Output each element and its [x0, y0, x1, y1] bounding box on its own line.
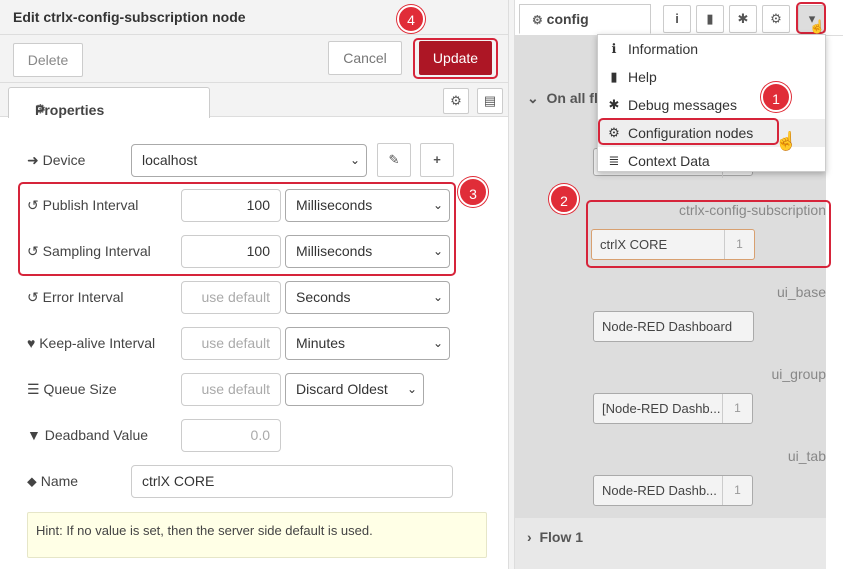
device-select-value: localhost [142, 152, 198, 168]
cancel-button[interactable]: Cancel [328, 41, 402, 75]
info-icon[interactable]: i [663, 5, 691, 33]
queue-size-input[interactable]: use default [181, 373, 281, 406]
chevron-down-icon: ⌄ [349, 153, 360, 167]
add-device-plus-icon[interactable]: + [420, 143, 454, 177]
keepalive-interval-input[interactable]: use default [181, 327, 281, 360]
name-input[interactable]: ctrlX CORE [131, 465, 453, 498]
queue-mode-value: Discard Oldest [296, 381, 388, 397]
gear-icon[interactable]: ⚙ [762, 5, 790, 33]
heartbeat-icon: ♥ [27, 335, 36, 351]
queue-mode-select[interactable]: Discard Oldest ⌄ [285, 373, 424, 406]
deadband-label-text: Deadband Value [44, 427, 149, 443]
database-icon: ≣ [608, 153, 620, 168]
node-label: Node-RED Dashb... [602, 483, 717, 498]
hint-box: Hint: If no value is set, then the serve… [27, 512, 487, 558]
config-node-highlight [586, 200, 831, 268]
error-interval-input[interactable]: use default [181, 281, 281, 314]
tab-bar: ⚙ Properties ⚙ ▤ [0, 83, 508, 118]
sidebar-gutter [826, 36, 843, 569]
delete-button[interactable]: Delete [13, 43, 83, 77]
queue-size-label: ☰ Queue Size [27, 381, 117, 398]
chevron-down-icon: ⌄ [432, 336, 443, 350]
error-interval-label: ↺ Error Interval [27, 289, 124, 306]
history-icon: ↺ [27, 289, 39, 305]
config-node-dashboard[interactable]: Node-RED Dashboard [593, 311, 754, 342]
error-unit-value: Seconds [296, 289, 351, 305]
callout-3: 3 [458, 177, 488, 207]
device-label-text: Device [42, 152, 86, 168]
node-label: [Node-RED Dashb... [602, 401, 721, 416]
chevron-down-icon: ⌄ [432, 290, 443, 304]
callout-1: 1 [761, 82, 791, 112]
error-unit-select[interactable]: Seconds ⌄ [285, 281, 450, 314]
menu-item-information[interactable]: ℹ Information [598, 35, 825, 63]
update-highlight [413, 38, 498, 79]
chevron-right-icon: › [527, 529, 532, 545]
error-interval-label-text: Error Interval [42, 289, 124, 305]
group-type-label: ui_base [776, 284, 826, 300]
keepalive-interval-label: ♥ Keep-alive Interval [27, 335, 155, 351]
panel-splitter[interactable] [508, 0, 515, 569]
queue-size-label-text: Queue Size [43, 381, 117, 397]
callout-2: 2 [549, 184, 579, 214]
keepalive-unit-value: Minutes [296, 335, 346, 351]
book-icon[interactable]: ▮ [696, 5, 724, 33]
callout-4: 4 [397, 5, 425, 33]
menu-item-label: Help [628, 69, 657, 85]
name-label: ⬥ Name [27, 473, 78, 490]
keepalive-interval-label-text: Keep-alive Interval [39, 335, 156, 351]
tab-properties[interactable]: ⚙ Properties [8, 87, 210, 118]
edit-header: Edit ctrlx-config-subscription node [0, 0, 508, 35]
group-type-label: ui_tab [787, 448, 826, 464]
intervals-highlight [18, 182, 456, 276]
keepalive-unit-select[interactable]: Minutes ⌄ [285, 327, 450, 360]
sign-in-icon: ➜ [27, 152, 39, 168]
book-icon: ▮ [610, 69, 618, 84]
config-node-ui-tab[interactable]: Node-RED Dashb... 1 [593, 475, 753, 506]
description-tab-doc-icon[interactable]: ▤ [477, 88, 503, 114]
node-count: 1 [722, 394, 752, 423]
config-menu-highlight [598, 118, 779, 145]
bug-icon: ✱ [608, 97, 620, 112]
filter-icon: ▼ [27, 427, 41, 443]
chevron-down-icon: ⌄ [406, 382, 417, 396]
section-flow-1-label: Flow 1 [539, 529, 584, 545]
deadband-input[interactable]: 0.0 [181, 419, 281, 452]
menu-item-label: Debug messages [628, 97, 737, 113]
gear-icon: ⚙ [532, 13, 543, 27]
group-type-label: ui_group [771, 366, 827, 382]
node-label: Node-RED Dashboard [602, 319, 733, 334]
deadband-label: ▼ Deadband Value [27, 427, 148, 443]
name-label-text: Name [40, 473, 79, 489]
device-select[interactable]: localhost ⌄ [131, 144, 367, 177]
config-node-ui-group[interactable]: [Node-RED Dashb... 1 [593, 393, 753, 424]
device-label: ➜ Device [27, 152, 85, 169]
hand-cursor-icon: ☝ [775, 131, 798, 151]
chevron-down-icon: ⌄ [527, 90, 539, 106]
settings-tab-gear-icon[interactable]: ⚙ [443, 88, 469, 114]
menu-item-label: Information [628, 41, 699, 57]
bug-icon[interactable]: ✱ [729, 5, 757, 33]
sidebar-header: ⚙ config i ▮ ✱ ⚙ ▾ [515, 0, 843, 36]
menu-item-help[interactable]: ▮ Help [598, 63, 825, 91]
edit-title: Edit ctrlx-config-subscription node [13, 9, 246, 25]
hand-cursor-icon: ☝ [809, 19, 826, 34]
edit-device-pencil-icon[interactable]: ✎ [377, 143, 411, 177]
menu-item-label: Context Data [628, 153, 710, 169]
tag-icon: ⬥ [27, 473, 37, 489]
sidebar-tab-label: config [546, 11, 589, 27]
tab-properties-label: Properties [35, 102, 105, 118]
info-icon: ℹ [611, 41, 617, 56]
node-count: 1 [722, 476, 752, 505]
section-flow-1[interactable]: › Flow 1 [527, 529, 583, 545]
sidebar-tab-config[interactable]: ⚙ config [519, 4, 651, 34]
list-icon: ☰ [27, 381, 40, 397]
